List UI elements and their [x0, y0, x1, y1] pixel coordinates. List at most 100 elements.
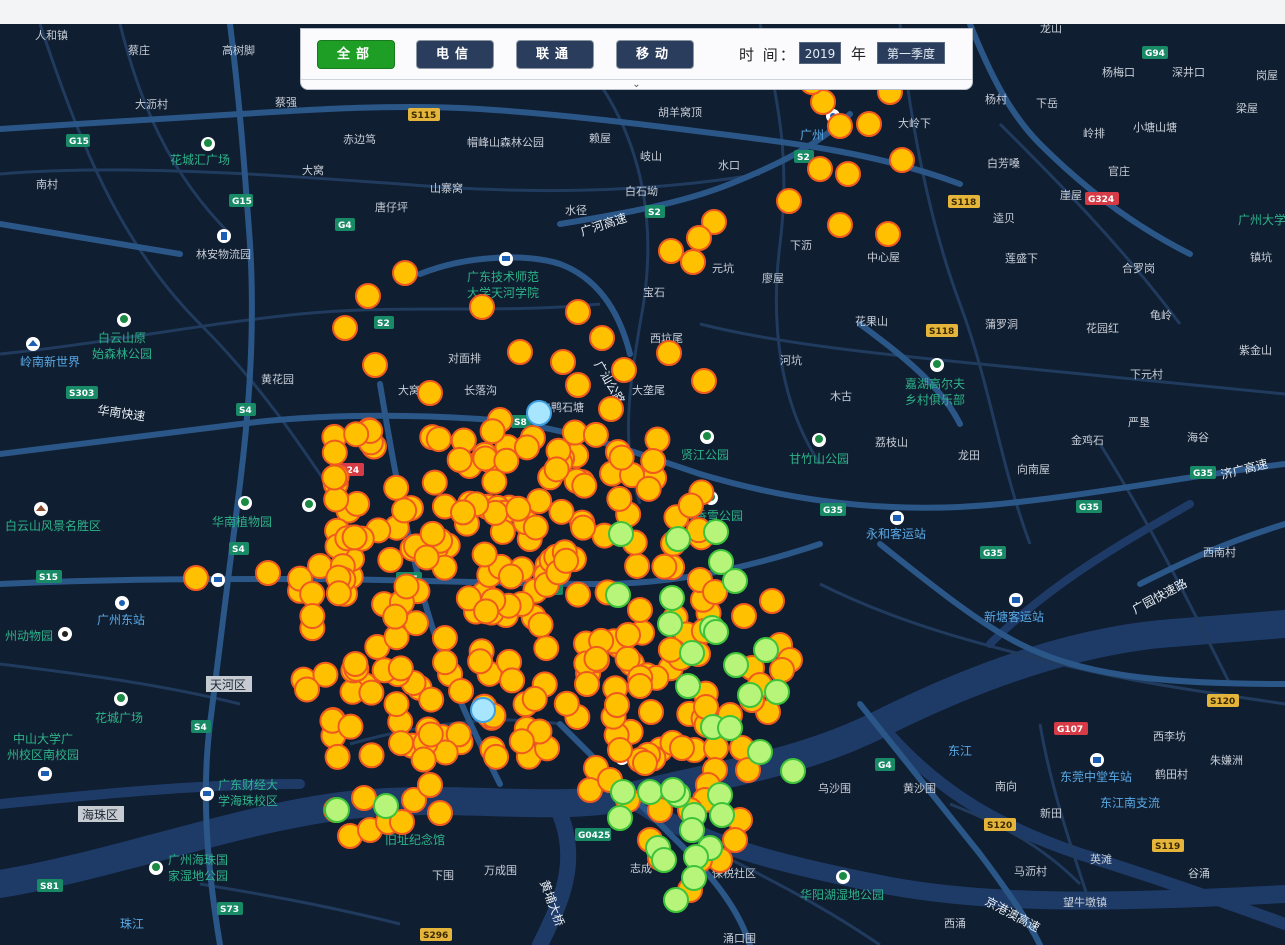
marker-green[interactable] — [665, 526, 691, 552]
marker-yellow[interactable] — [467, 648, 494, 675]
marker-yellow[interactable] — [835, 161, 861, 187]
marker-yellow[interactable] — [387, 655, 414, 682]
marker-yellow[interactable] — [607, 737, 633, 763]
marker-green[interactable] — [659, 585, 685, 611]
marker-yellow[interactable] — [343, 421, 370, 448]
marker-yellow[interactable] — [417, 380, 443, 406]
marker-yellow[interactable] — [640, 448, 667, 475]
marker-yellow[interactable] — [358, 742, 385, 769]
marker-yellow[interactable] — [321, 439, 348, 466]
marker-yellow[interactable] — [827, 212, 853, 238]
marker-yellow[interactable] — [362, 352, 388, 378]
marker-green[interactable] — [737, 682, 763, 708]
marker-yellow[interactable] — [341, 524, 368, 551]
marker-green[interactable] — [637, 779, 663, 805]
marker-yellow[interactable] — [604, 692, 630, 718]
marker-yellow[interactable] — [294, 676, 321, 703]
marker-green[interactable] — [703, 619, 729, 645]
marker-yellow[interactable] — [611, 357, 637, 383]
marker-yellow[interactable] — [299, 603, 326, 630]
marker-yellow[interactable] — [351, 785, 377, 811]
marker-green[interactable] — [764, 679, 790, 705]
marker-yellow[interactable] — [418, 686, 445, 713]
marker-green[interactable] — [723, 652, 749, 678]
marker-yellow[interactable] — [448, 677, 475, 704]
marker-yellow[interactable] — [827, 113, 853, 139]
marker-yellow[interactable] — [574, 671, 600, 697]
filter-all-button[interactable]: 全部 — [317, 40, 395, 69]
marker-green[interactable] — [660, 777, 686, 803]
marker-yellow[interactable] — [522, 514, 549, 541]
marker-yellow[interactable] — [446, 446, 473, 473]
marker-green[interactable] — [657, 611, 683, 637]
marker-yellow[interactable] — [608, 444, 635, 471]
filter-telecom-button[interactable]: 电信 — [416, 40, 494, 69]
filter-mobile-button[interactable]: 移动 — [616, 40, 694, 69]
marker-yellow[interactable] — [388, 730, 415, 757]
marker-yellow[interactable] — [425, 426, 452, 453]
marker-yellow[interactable] — [570, 514, 597, 541]
filter-unicom-button[interactable]: 联通 — [516, 40, 594, 69]
marker-yellow[interactable] — [550, 349, 576, 375]
marker-green[interactable] — [651, 847, 677, 873]
marker-yellow[interactable] — [355, 283, 381, 309]
marker-green[interactable] — [747, 739, 773, 765]
marker-yellow[interactable] — [493, 447, 520, 474]
marker-yellow[interactable] — [553, 690, 580, 717]
marker-yellow[interactable] — [651, 553, 678, 580]
marker-green[interactable] — [703, 519, 729, 545]
marker-yellow[interactable] — [358, 679, 385, 706]
marker-yellow[interactable] — [383, 474, 410, 501]
marker-yellow[interactable] — [505, 495, 532, 522]
marker-yellow[interactable] — [508, 728, 535, 755]
marker-yellow[interactable] — [571, 472, 598, 499]
marker-green[interactable] — [679, 640, 705, 666]
marker-yellow[interactable] — [421, 469, 448, 496]
marker-green[interactable] — [324, 797, 350, 823]
marker-yellow[interactable] — [507, 339, 533, 365]
marker-yellow[interactable] — [669, 735, 695, 761]
marker-yellow[interactable] — [638, 699, 664, 725]
marker-yellow[interactable] — [255, 560, 281, 586]
marker-yellow[interactable] — [856, 111, 882, 137]
marker-yellow[interactable] — [807, 156, 833, 182]
marker-yellow[interactable] — [521, 685, 548, 712]
marker-green[interactable] — [722, 568, 748, 594]
marker-yellow[interactable] — [431, 625, 458, 652]
marker-yellow[interactable] — [658, 238, 684, 264]
marker-yellow[interactable] — [344, 490, 371, 517]
quarter-select[interactable]: 第一季度 — [877, 42, 945, 64]
marker-green[interactable] — [709, 802, 735, 828]
marker-yellow[interactable] — [776, 188, 802, 214]
marker-yellow[interactable] — [680, 249, 706, 275]
marker-green[interactable] — [610, 779, 636, 805]
marker-yellow[interactable] — [413, 544, 440, 571]
marker-yellow[interactable] — [565, 581, 592, 608]
marker-yellow[interactable] — [479, 418, 506, 445]
marker-cyan[interactable] — [526, 400, 552, 426]
marker-green[interactable] — [753, 637, 779, 663]
marker-yellow[interactable] — [553, 547, 580, 574]
marker-yellow[interactable] — [548, 498, 575, 525]
marker-yellow[interactable] — [656, 340, 682, 366]
marker-yellow[interactable] — [606, 485, 633, 512]
marker-yellow[interactable] — [427, 800, 453, 826]
year-select[interactable]: 2019 — [799, 42, 841, 64]
marker-yellow[interactable] — [513, 434, 540, 461]
marker-yellow[interactable] — [759, 588, 785, 614]
marker-green[interactable] — [780, 758, 806, 784]
marker-yellow[interactable] — [644, 426, 671, 453]
marker-yellow[interactable] — [323, 486, 350, 513]
marker-yellow[interactable] — [677, 492, 704, 519]
marker-yellow[interactable] — [483, 743, 510, 770]
marker-yellow[interactable] — [543, 456, 570, 483]
marker-green[interactable] — [663, 887, 689, 913]
marker-yellow[interactable] — [627, 673, 653, 699]
marker-yellow[interactable] — [598, 396, 624, 422]
marker-yellow[interactable] — [875, 221, 901, 247]
marker-yellow[interactable] — [321, 464, 348, 491]
marker-yellow[interactable] — [657, 636, 684, 663]
marker-yellow[interactable] — [583, 645, 610, 672]
marker-yellow[interactable] — [589, 325, 615, 351]
map-canvas[interactable]: 人和镇 蔡庄 高树脚 大沥村 赤边笃 大窝 唐仔坪 南村 山寨窝 帽峰山森林公园… — [0, 24, 1285, 945]
